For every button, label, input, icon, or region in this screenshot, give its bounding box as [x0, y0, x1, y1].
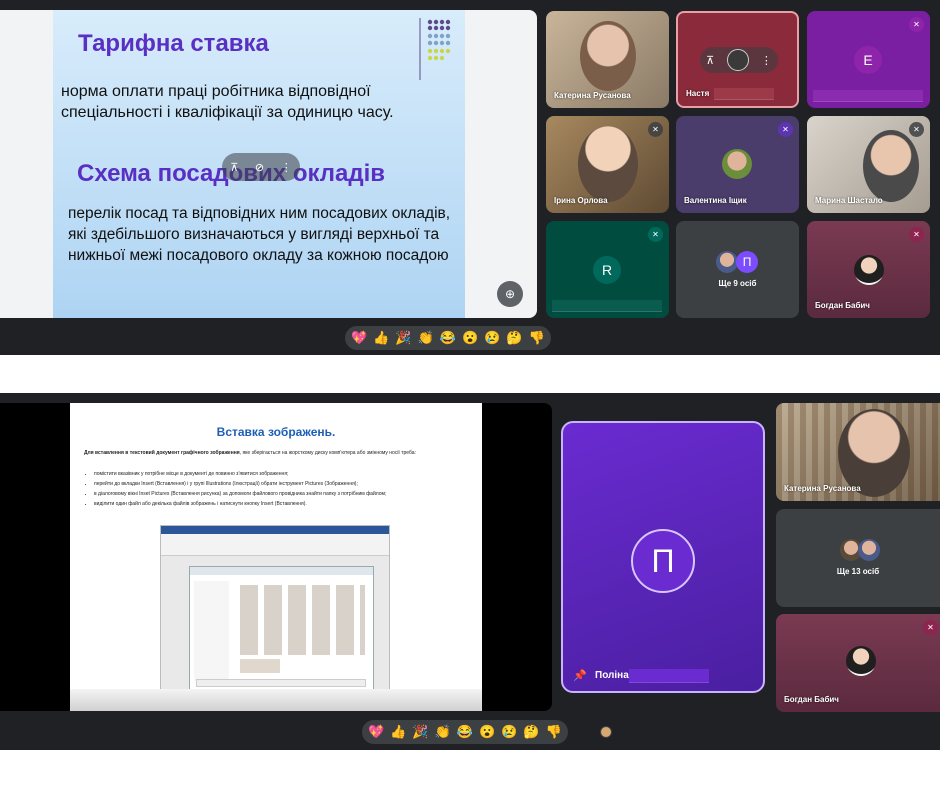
slide-bullet: перейти до вкладки Insert (Вставлення) і… [94, 479, 474, 489]
pinned-participant-tile[interactable]: П 📌 Поліна [561, 421, 765, 693]
participant-tile[interactable]: ✕ Ірина Орлова [546, 116, 669, 213]
mic-off-icon: ✕ [923, 620, 938, 635]
avatar [858, 539, 880, 561]
participant-tile[interactable]: Катерина Русанова [776, 403, 940, 501]
avatar [722, 149, 752, 179]
participant-name: Настя [686, 89, 710, 98]
sad-reaction-icon[interactable]: 😢 [484, 326, 500, 350]
slide-intro-rest: , яке зберігається на жорсткому диску ко… [239, 450, 416, 456]
participant-name: Марина Шастало [815, 196, 883, 205]
mute-tile-icon[interactable]: ⊘ [255, 161, 264, 174]
skin-tone-button[interactable] [600, 726, 612, 738]
participant-tile[interactable]: ⊼ ⋮ Настя [676, 11, 799, 108]
avatar [846, 646, 876, 676]
surprised-reaction-icon[interactable]: 😮 [479, 720, 495, 744]
name-redaction [552, 300, 662, 312]
sad-reaction-icon[interactable]: 😢 [501, 720, 517, 744]
participant-tile[interactable]: ✕ Богдан Бабич [807, 221, 930, 318]
presentation-tile[interactable]: Вставка зображень. Для вставлення в текс… [0, 403, 552, 711]
more-participants-label: Ще 13 осіб [836, 567, 880, 576]
slide-bullet: помістити вказівник у потрібне місце в д… [94, 469, 474, 479]
meeting-view-2: Вставка зображень. Для вставлення в текс… [0, 393, 940, 750]
thumbs-down-reaction-icon[interactable]: 👎 [529, 326, 545, 350]
tile-hover-controls[interactable]: ⊼ ⊘ ⋮ [222, 153, 300, 181]
tile-hover-controls[interactable]: ⊼ ⋮ [700, 47, 778, 73]
slide-text-2: перелік посад та відповідних ним посадов… [68, 205, 451, 264]
participant-name: Валентина Іщик [684, 196, 747, 205]
slide: Вставка зображень. Для вставлення в текс… [70, 403, 482, 711]
mic-off-icon: ✕ [778, 122, 793, 137]
participant-name: Катерина Русанова [554, 91, 631, 100]
participant-video [580, 21, 636, 91]
avatar-initial: E [854, 46, 882, 74]
participant-tile[interactable]: ✕ Марина Шастало [807, 116, 930, 213]
pin-icon: 📌 [573, 670, 587, 682]
more-options-icon[interactable]: ⋮ [281, 161, 292, 174]
participant-name: Богдан Бабич [815, 301, 870, 310]
avatar-initial: П [736, 251, 758, 273]
zoom-icon: ⊕ [504, 287, 516, 301]
word-screenshot-image [160, 525, 390, 701]
mic-off-icon: ✕ [648, 227, 663, 242]
slide-bullet: в діалоговому вікні Inset Pictures (Вста… [94, 489, 474, 499]
laugh-reaction-icon[interactable]: 😂 [440, 326, 456, 350]
thumbs-up-reaction-icon[interactable]: 👍 [390, 720, 406, 744]
laugh-reaction-icon[interactable]: 😂 [457, 720, 473, 744]
clap-reaction-icon[interactable]: 👏 [418, 326, 434, 350]
thinking-reaction-icon[interactable]: 🤔 [506, 326, 522, 350]
clap-reaction-icon[interactable]: 👏 [435, 720, 451, 744]
party-reaction-icon[interactable]: 🎉 [412, 720, 428, 744]
thumbs-down-reaction-icon[interactable]: 👎 [546, 720, 562, 744]
participant-video [578, 126, 638, 202]
avatar [726, 49, 749, 71]
zoom-button[interactable]: ⊕ [497, 281, 523, 307]
thinking-reaction-icon[interactable]: 🤔 [523, 720, 539, 744]
slide-title: Вставка зображень. [216, 425, 336, 439]
pin-icon[interactable]: ⊼ [706, 54, 714, 67]
participant-name: Богдан Бабич [784, 695, 839, 704]
participant-video [863, 130, 919, 202]
name-redaction [714, 88, 774, 100]
participant-tile[interactable]: ✕ R [546, 221, 669, 318]
thumbs-up-reaction-icon[interactable]: 👍 [373, 326, 389, 350]
avatar [854, 255, 884, 285]
slide-intro-bold: Для вставлення в текстовий документ граф… [84, 450, 240, 456]
participant-tile[interactable]: ✕ E [807, 11, 930, 108]
participant-tile[interactable]: Катерина Русанова [546, 11, 669, 108]
reactions-bar: 💖 👍 🎉 👏 😂 😮 😢 🤔 👎 [362, 720, 568, 744]
name-redaction [629, 669, 709, 683]
heart-reaction-icon[interactable]: 💖 [368, 720, 384, 744]
party-reaction-icon[interactable]: 🎉 [395, 326, 411, 350]
participant-tile[interactable]: ✕ Богдан Бабич [776, 614, 940, 712]
pin-icon[interactable]: ⊼ [230, 161, 238, 174]
participant-name: Ірина Орлова [554, 196, 608, 205]
meeting-view-1: Тарифна ставка норма оплати праці робітн… [0, 0, 940, 355]
surprised-reaction-icon[interactable]: 😮 [462, 326, 478, 350]
participant-name: Катерина Русанова [784, 484, 861, 493]
avatar [716, 251, 738, 273]
participant-name: Поліна [595, 670, 629, 681]
slide-intro: Для вставлення в текстовий документ граф… [84, 449, 474, 457]
slide-title-1: Тарифна ставка [78, 30, 269, 57]
presentation-tile[interactable]: Тарифна ставка норма оплати праці робітн… [0, 10, 537, 318]
slide-bullet: виділити один файл або декілька файлів з… [94, 499, 474, 509]
reactions-bar: 💖 👍 🎉 👏 😂 😮 😢 🤔 👎 [345, 326, 551, 350]
avatar-initial: R [593, 256, 621, 284]
more-participants-label: Ще 9 осіб [718, 279, 757, 288]
mic-off-icon: ✕ [909, 17, 924, 32]
slide-dots-decoration [418, 16, 460, 80]
avatar-initial: П [631, 529, 695, 593]
more-participants-tile[interactable]: П Ще 9 осіб [676, 221, 799, 318]
mic-off-icon: ✕ [648, 122, 663, 137]
slide-text-1: норма оплати праці робітника відповідної… [61, 83, 394, 121]
name-redaction [813, 90, 923, 102]
heart-reaction-icon[interactable]: 💖 [351, 326, 367, 350]
mic-off-icon: ✕ [909, 227, 924, 242]
mic-off-icon: ✕ [909, 122, 924, 137]
more-options-icon[interactable]: ⋮ [761, 54, 772, 67]
more-participants-tile[interactable]: Ще 13 осіб [776, 509, 940, 607]
slide-bullets: помістити вказівник у потрібне місце в д… [94, 469, 474, 509]
participant-tile[interactable]: ✕ Валентина Іщик [676, 116, 799, 213]
